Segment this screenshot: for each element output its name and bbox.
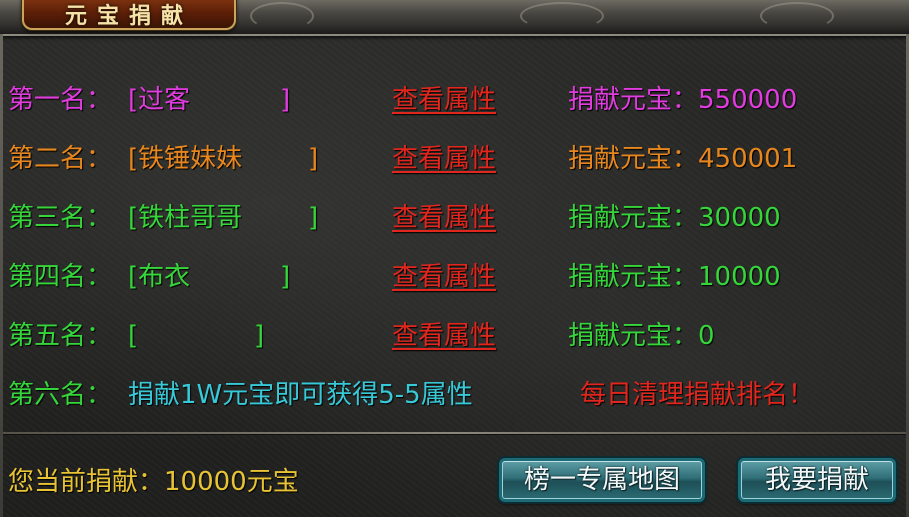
- donation-amount: 捐献元宝：10000: [568, 262, 781, 292]
- rank-row-1: 第一名： [过客 ] 查看属性 捐献元宝：550000: [8, 80, 898, 120]
- donate-button[interactable]: 我要捐献: [738, 458, 896, 502]
- view-attributes-link[interactable]: 查看属性: [392, 316, 496, 356]
- daily-reset-notice: 每日清理捐献排名！: [580, 380, 815, 410]
- panel-title: 元宝捐献: [64, 3, 193, 29]
- rank-row-3: 第三名： [铁柱哥哥 ] 查看属性 捐献元宝：30000: [8, 198, 898, 238]
- rank-label: 第五名：: [8, 321, 113, 351]
- title-plate: 元宝捐献: [22, 0, 236, 30]
- player-name: [过客: [128, 85, 191, 115]
- player-name-close: ]: [280, 85, 291, 115]
- rank6-requirement-note: 捐献1W元宝即可获得5-5属性: [128, 380, 473, 410]
- player-name-close: ]: [254, 321, 265, 351]
- current-donation: 您当前捐献：10000元宝: [8, 467, 299, 497]
- frame-ornament: [760, 2, 834, 30]
- player-name-close: ]: [280, 262, 291, 292]
- player-name: [铁柱哥哥: [128, 203, 243, 233]
- player-name-close: ]: [308, 203, 319, 233]
- frame-left: [0, 34, 3, 517]
- rank-label: 第二名：: [8, 144, 113, 174]
- frame-ornament: [250, 2, 314, 30]
- player-name: [铁锤妹妹: [128, 144, 243, 174]
- donation-amount: 捐献元宝：30000: [568, 203, 781, 233]
- donation-panel: 元宝捐献 第一名： [过客 ] 查看属性 捐献元宝：550000 第二名： [铁…: [0, 0, 909, 517]
- rank-row-2: 第二名： [铁锤妹妹 ] 查看属性 捐献元宝：450001: [8, 139, 898, 179]
- rank-label: 第六名：: [8, 380, 113, 410]
- view-attributes-link[interactable]: 查看属性: [392, 80, 496, 120]
- rank-row-5: 第五名： [ ] 查看属性 捐献元宝：0: [8, 316, 898, 356]
- rank-label: 第三名：: [8, 203, 113, 233]
- player-name: [布衣: [128, 262, 191, 292]
- rank-label: 第四名：: [8, 262, 113, 292]
- player-name: [: [128, 321, 139, 351]
- view-attributes-link[interactable]: 查看属性: [392, 139, 496, 179]
- player-name-close: ]: [308, 144, 319, 174]
- view-attributes-link[interactable]: 查看属性: [392, 257, 496, 297]
- view-attributes-link[interactable]: 查看属性: [392, 198, 496, 238]
- donation-amount: 捐献元宝：0: [568, 321, 715, 351]
- exclusive-map-button[interactable]: 榜一专属地图: [499, 458, 705, 502]
- rank-label: 第一名：: [8, 85, 113, 115]
- divider: [3, 432, 906, 434]
- donation-amount: 捐献元宝：550000: [568, 85, 798, 115]
- rank-row-6: 第六名： 捐献1W元宝即可获得5-5属性 每日清理捐献排名！: [8, 375, 898, 415]
- frame-ornament: [520, 2, 604, 30]
- donation-amount: 捐献元宝：450001: [568, 144, 798, 174]
- rank-row-4: 第四名： [布衣 ] 查看属性 捐献元宝：10000: [8, 257, 898, 297]
